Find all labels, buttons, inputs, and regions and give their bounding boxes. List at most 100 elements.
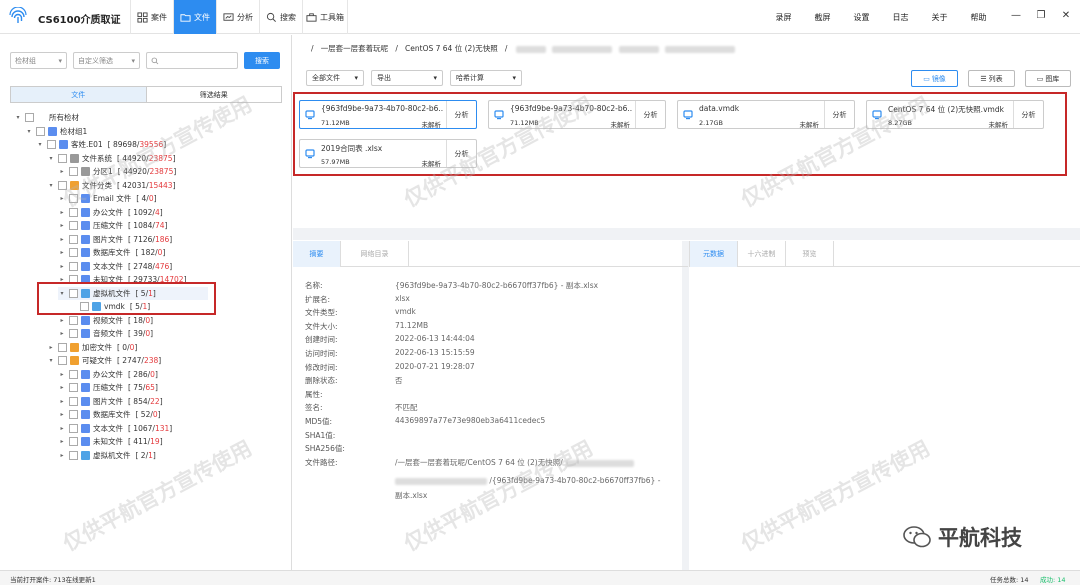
tree-node[interactable]: ▸ 加密文件[ 0/0 ]: [47, 341, 137, 355]
tree-checkbox[interactable]: [69, 221, 78, 231]
evidence-group-select[interactable]: 检材组 ▾: [10, 52, 67, 69]
tree-checkbox[interactable]: [69, 261, 78, 271]
property-value[interactable]: 不匹配: [395, 402, 418, 416]
tree-node[interactable]: ▾ 文件系统 [ 44920/23875 ]: [47, 152, 176, 166]
expand-arrow-icon[interactable]: ▸: [58, 263, 66, 270]
expand-arrow-icon[interactable]: ▾: [47, 357, 55, 364]
tree-node[interactable]: ▸ Email 文件[ 4/0 ]: [58, 192, 157, 206]
tree-checkbox[interactable]: [69, 315, 78, 325]
tab-filter-results[interactable]: 筛选结果: [146, 87, 281, 102]
tree-node[interactable]: ▸ 数据库文件[ 182/0 ]: [58, 246, 165, 260]
minimize-icon[interactable]: —: [1010, 10, 1022, 21]
tree-checkbox[interactable]: [69, 207, 78, 217]
expand-arrow-icon[interactable]: ▸: [58, 384, 66, 391]
hash-select[interactable]: 哈希计算 ▾: [450, 70, 522, 86]
property-value[interactable]: {963fd9be-9a73-4b70-80c2-b6670ff37fb6} -…: [395, 280, 598, 294]
expand-arrow-icon[interactable]: ▸: [58, 195, 66, 202]
tree-checkbox[interactable]: [69, 410, 78, 420]
search-input[interactable]: [146, 52, 238, 69]
tree-node[interactable]: ▸ 分区1 [ 44920/23875 ]: [58, 165, 176, 179]
property-value[interactable]: 2022-06-13 14:44:04: [395, 334, 475, 348]
expand-arrow-icon[interactable]: ▸: [58, 452, 66, 459]
close-icon[interactable]: ✕: [1060, 10, 1072, 21]
expand-arrow-icon[interactable]: ▸: [58, 222, 66, 229]
tab-summary[interactable]: 摘要: [293, 241, 341, 267]
tab-hex[interactable]: 十六进制: [738, 241, 786, 267]
tree-node[interactable]: ▾ 所有检材: [14, 111, 79, 125]
tree-checkbox[interactable]: [36, 126, 45, 136]
tree-node[interactable]: ▸ 办公文件[ 1092/4 ]: [58, 206, 163, 220]
nav-analysis[interactable]: 分析: [216, 0, 259, 34]
expand-arrow-icon[interactable]: ▸: [58, 249, 66, 256]
property-value[interactable]: 2022-06-13 15:15:59: [395, 348, 475, 362]
expand-arrow-icon[interactable]: ▸: [58, 371, 66, 378]
menu-about[interactable]: 关于: [920, 12, 959, 23]
tree-node[interactable]: ▸ 视频文件[ 18/0 ]: [58, 314, 153, 328]
nav-toolbox[interactable]: 工具箱: [302, 0, 348, 34]
tab-network-dir[interactable]: 网络目录: [341, 241, 409, 267]
expand-arrow-icon[interactable]: ▸: [58, 168, 66, 175]
file-card[interactable]: 2019合同表 .xlsx 57.97MB 未解析 分析: [299, 139, 477, 168]
tree-checkbox[interactable]: [69, 396, 78, 406]
restore-icon[interactable]: ❐: [1035, 10, 1047, 21]
tree-checkbox[interactable]: [69, 167, 78, 177]
tree-node[interactable]: ▸ 图片文件 [ 854/22 ]: [58, 395, 163, 409]
custom-filter-select[interactable]: 自定义筛选 ▾: [73, 52, 140, 69]
tree-checkbox[interactable]: [69, 383, 78, 393]
menu-screenshot[interactable]: 截屏: [803, 12, 842, 23]
tree-node[interactable]: ▸ 办公文件[ 286/0 ]: [58, 368, 158, 382]
expand-arrow-icon[interactable]: ▾: [47, 155, 55, 162]
tree-checkbox[interactable]: [69, 329, 78, 339]
expand-arrow-icon[interactable]: ▾: [47, 182, 55, 189]
tree-node[interactable]: ▸ 文本文件 [ 2748/476 ]: [58, 260, 172, 274]
tree-node[interactable]: ▸ 文本文件 [ 1067/131 ]: [58, 422, 172, 436]
expand-arrow-icon[interactable]: ▸: [58, 411, 66, 418]
tree-node[interactable]: ▸ 图片文件 [ 7126/186 ]: [58, 233, 172, 247]
tree-node[interactable]: ▾ 检材组1: [25, 125, 87, 139]
tree-checkbox[interactable]: [69, 234, 78, 244]
tree-node[interactable]: ▸ 虚拟机文件[ 2/1 ]: [58, 449, 156, 463]
analyze-button[interactable]: 分析: [1013, 101, 1043, 128]
tree-checkbox[interactable]: [69, 369, 78, 379]
tree-node[interactable]: ▾ 可疑文件 [ 2747/238 ]: [47, 354, 161, 368]
file-card[interactable]: CentOS 7 64 位 (2)无快照.vmdk 8.27GB 未解析 分析: [866, 100, 1044, 129]
nav-file[interactable]: 文件: [173, 0, 216, 34]
expand-arrow-icon[interactable]: ▾: [14, 114, 22, 121]
tree-checkbox[interactable]: [58, 153, 67, 163]
expand-arrow-icon[interactable]: ▾: [25, 128, 33, 135]
breadcrumb-item[interactable]: CentOS 7 64 位 (2)无快照: [405, 44, 498, 53]
tree-checkbox[interactable]: [58, 180, 67, 190]
analyze-button[interactable]: 分析: [824, 101, 854, 128]
tree-checkbox[interactable]: [69, 437, 78, 447]
menu-record[interactable]: 录屏: [764, 12, 803, 23]
analyze-button[interactable]: 分析: [446, 101, 476, 128]
export-select[interactable]: 导出 ▾: [371, 70, 443, 86]
breadcrumb-item[interactable]: 一层套一层套着玩呢: [321, 44, 389, 53]
expand-arrow-icon[interactable]: ▸: [58, 398, 66, 405]
tree-node[interactable]: ▾ 客姓.E01 [ 89698/39556 ]: [36, 138, 166, 152]
nav-case[interactable]: 案件: [130, 0, 173, 34]
tab-files[interactable]: 文件: [11, 87, 147, 102]
property-value[interactable]: 44369897a77e73e980eb3a6411cedec5: [395, 416, 545, 430]
tree-checkbox[interactable]: [69, 450, 78, 460]
analyze-button[interactable]: 分析: [635, 101, 665, 128]
tab-preview[interactable]: 预览: [786, 241, 834, 267]
analyze-button[interactable]: 分析: [446, 140, 476, 167]
tree-checkbox[interactable]: [69, 194, 78, 204]
property-value[interactable]: 2020-07-21 19:28:07: [395, 362, 475, 376]
file-card[interactable]: {963fd9be-9a73-4b70-80c2-b6... 71.12MB 未解析…: [488, 100, 666, 129]
file-card[interactable]: data.vmdk 2.17GB 未解析 分析: [677, 100, 855, 129]
expand-arrow-icon[interactable]: ▾: [36, 141, 44, 148]
expand-arrow-icon[interactable]: ▸: [58, 438, 66, 445]
tree-checkbox[interactable]: [69, 423, 78, 433]
tree-node[interactable]: ▸ 压缩文件 [ 1084/74 ]: [58, 219, 167, 233]
tree-node[interactable]: ▸ 音频文件[ 39/0 ]: [58, 327, 153, 341]
file-card[interactable]: {963fd9be-9a73-4b70-80c2-b6... 71.12MB 未解析…: [299, 100, 477, 129]
tree-checkbox[interactable]: [47, 140, 56, 150]
property-value[interactable]: 71.12MB: [395, 321, 428, 335]
tab-metadata[interactable]: 元数据: [690, 241, 738, 267]
menu-log[interactable]: 日志: [881, 12, 920, 23]
view-mirror-button[interactable]: ▭ 镜像: [911, 70, 958, 87]
search-button[interactable]: 搜索: [244, 52, 280, 69]
nav-search[interactable]: 搜索: [259, 0, 302, 34]
